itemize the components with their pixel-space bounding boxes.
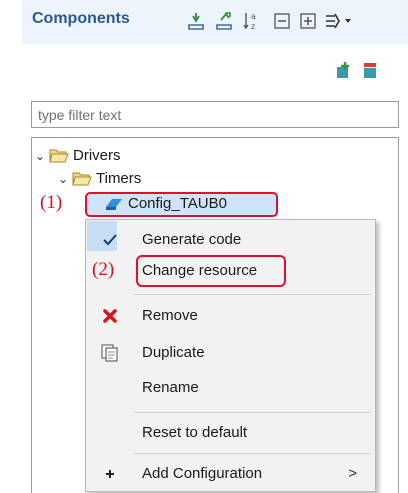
context-menu: Generate code Change resource Remove Dup… bbox=[85, 219, 376, 492]
menu-item-remove[interactable]: Remove bbox=[86, 300, 375, 331]
view-title: Components bbox=[32, 10, 130, 27]
add-component-icon[interactable] bbox=[333, 60, 353, 80]
view-menu-icon[interactable] bbox=[323, 10, 353, 32]
folder-open-icon bbox=[49, 147, 71, 165]
component-icon bbox=[104, 195, 126, 213]
folder-open-icon bbox=[72, 170, 94, 188]
menu-separator bbox=[134, 412, 371, 413]
tree-item-label: Config_TAUB0 bbox=[128, 195, 227, 212]
filter-input[interactable] bbox=[31, 101, 399, 128]
tree-item-config-content: Config_TAUB0 bbox=[104, 193, 227, 215]
svg-text:a: a bbox=[251, 12, 256, 21]
menu-item-label: Generate code bbox=[142, 231, 242, 248]
chevron-down-icon[interactable]: ⌄ bbox=[35, 145, 49, 167]
sort-alphabetical-icon[interactable]: az bbox=[241, 10, 263, 32]
chevron-down-icon[interactable]: ⌄ bbox=[58, 168, 72, 190]
menu-item-label: Duplicate bbox=[142, 344, 205, 361]
menu-item-generate-code[interactable]: Generate code bbox=[86, 224, 375, 255]
menu-item-add-configuration[interactable]: Add Configuration > bbox=[86, 458, 375, 489]
menu-item-label: Reset to default bbox=[142, 424, 248, 441]
menu-item-change-resource[interactable]: Change resource bbox=[86, 255, 375, 286]
collapse-all-icon[interactable] bbox=[271, 10, 293, 32]
callout-1: (1) bbox=[40, 192, 63, 213]
check-icon bbox=[100, 230, 120, 250]
callout-2: (2) bbox=[92, 259, 115, 280]
submenu-arrow-icon: > bbox=[348, 465, 357, 482]
tree-item-label: Timers bbox=[96, 170, 142, 187]
components-view-header: Components az bbox=[22, 0, 408, 44]
export-icon[interactable] bbox=[213, 10, 235, 32]
duplicate-icon bbox=[100, 343, 120, 363]
menu-item-rename[interactable]: Rename bbox=[86, 372, 375, 403]
svg-text:z: z bbox=[251, 22, 255, 31]
menu-separator bbox=[134, 294, 371, 295]
tree-item-drivers[interactable]: ⌄ Drivers bbox=[35, 145, 121, 167]
menu-item-label: Rename bbox=[142, 379, 199, 396]
expand-all-icon[interactable] bbox=[297, 10, 319, 32]
menu-separator bbox=[134, 453, 371, 454]
remove-component-icon[interactable] bbox=[360, 60, 380, 80]
menu-item-duplicate[interactable]: Duplicate bbox=[86, 337, 375, 368]
menu-item-label: Remove bbox=[142, 307, 198, 324]
menu-item-reset-default[interactable]: Reset to default bbox=[86, 417, 375, 448]
import-icon[interactable] bbox=[185, 10, 207, 32]
tree-item-label: Drivers bbox=[73, 147, 121, 164]
tree-item-timers[interactable]: ⌄ Timers bbox=[58, 168, 141, 190]
menu-item-label: Change resource bbox=[142, 262, 258, 279]
plus-icon bbox=[100, 464, 120, 484]
red-x-icon bbox=[100, 306, 120, 326]
menu-item-label: Add Configuration bbox=[142, 465, 263, 482]
